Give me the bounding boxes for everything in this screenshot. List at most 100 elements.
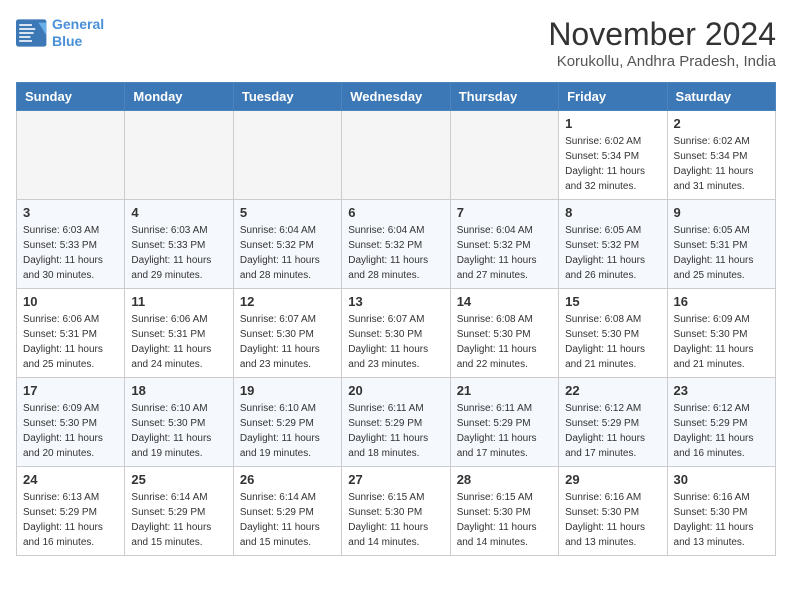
day-number: 1 [565,116,660,131]
calendar-day-21: 21Sunrise: 6:11 AM Sunset: 5:29 PM Dayli… [450,378,558,467]
calendar-day-19: 19 Sunrise: 6:10 AM Sunset: 5:29 PM Dayli… [233,378,341,467]
day-number: 9 [674,205,769,220]
day-number: 27 [348,472,443,487]
calendar-week-row: 10 Sunrise: 6:06 AM Sunset: 5:31 PM Dayli… [17,289,776,378]
day-header-saturday: Saturday [667,83,775,111]
day-info: Sunrise: 6:13 AM Sunset: 5:29 PM Dayligh… [23,490,118,550]
day-info: Sunrise: 6:15 AM Sunset: 5:30 PM Dayligh… [457,490,552,550]
day-info: Sunrise: 6:15 AM Sunset: 5:30 PM Dayligh… [348,490,443,550]
location: Korukollu, Andhra Pradesh, India [548,53,776,70]
day-number: 6 [348,205,443,220]
day-number: 28 [457,472,552,487]
calendar-day-14: 14Sunrise: 6:08 AM Sunset: 5:30 PM Dayli… [450,289,558,378]
calendar-day-18: 18 Sunrise: 6:10 AM Sunset: 5:30 PM Dayli… [125,378,233,467]
day-number: 19 [240,383,335,398]
calendar-day-3: 3 Sunrise: 6:03 AM Sunset: 5:33 PM Daylig… [17,200,125,289]
calendar-day-23: 23 Sunrise: 6:12 AM Sunset: 5:29 PM Dayli… [667,378,775,467]
day-number: 22 [565,383,660,398]
calendar-day-22: 22 Sunrise: 6:12 AM Sunset: 5:29 PM Dayli… [559,378,667,467]
calendar-day-17: 17 Sunrise: 6:09 AM Sunset: 5:30 PM Dayli… [17,378,125,467]
day-number: 10 [23,294,118,309]
calendar-day-7: 7Sunrise: 6:04 AM Sunset: 5:32 PM Daylig… [450,200,558,289]
calendar-empty-cell [450,111,558,200]
calendar-day-20: 20 Sunrise: 6:11 AM Sunset: 5:29 PM Dayli… [342,378,450,467]
day-number: 16 [674,294,769,309]
day-number: 23 [674,383,769,398]
day-info: Sunrise: 6:09 AM Sunset: 5:30 PM Dayligh… [23,401,118,461]
calendar-day-4: 4 Sunrise: 6:03 AM Sunset: 5:33 PM Daylig… [125,200,233,289]
day-info: Sunrise: 6:04 AM Sunset: 5:32 PM Dayligh… [457,223,552,283]
title-block: November 2024 Korukollu, Andhra Pradesh,… [548,16,776,70]
day-number: 4 [131,205,226,220]
calendar-day-26: 26Sunrise: 6:14 AM Sunset: 5:29 PM Dayli… [233,467,341,556]
day-header-friday: Friday [559,83,667,111]
month-title: November 2024 [548,16,776,53]
day-header-tuesday: Tuesday [233,83,341,111]
day-number: 13 [348,294,443,309]
day-info: Sunrise: 6:03 AM Sunset: 5:33 PM Dayligh… [131,223,226,283]
day-info: Sunrise: 6:07 AM Sunset: 5:30 PM Dayligh… [348,312,443,372]
calendar-week-row: 3 Sunrise: 6:03 AM Sunset: 5:33 PM Daylig… [17,200,776,289]
calendar-header-row: SundayMondayTuesdayWednesdayThursdayFrid… [17,83,776,111]
logo-icon [16,19,48,47]
calendar-week-row: 1 Sunrise: 6:02 AM Sunset: 5:34 PM Daylig… [17,111,776,200]
calendar-day-24: 24 Sunrise: 6:13 AM Sunset: 5:29 PM Dayli… [17,467,125,556]
day-info: Sunrise: 6:07 AM Sunset: 5:30 PM Dayligh… [240,312,335,372]
calendar-day-2: 2 Sunrise: 6:02 AM Sunset: 5:34 PM Daylig… [667,111,775,200]
day-number: 17 [23,383,118,398]
calendar-empty-cell [233,111,341,200]
calendar-day-10: 10 Sunrise: 6:06 AM Sunset: 5:31 PM Dayli… [17,289,125,378]
logo-text: General Blue [52,16,104,50]
calendar-day-12: 12 Sunrise: 6:07 AM Sunset: 5:30 PM Dayli… [233,289,341,378]
calendar-day-6: 6 Sunrise: 6:04 AM Sunset: 5:32 PM Daylig… [342,200,450,289]
day-info: Sunrise: 6:04 AM Sunset: 5:32 PM Dayligh… [240,223,335,283]
day-info: Sunrise: 6:08 AM Sunset: 5:30 PM Dayligh… [565,312,660,372]
calendar-day-9: 9 Sunrise: 6:05 AM Sunset: 5:31 PM Daylig… [667,200,775,289]
day-info: Sunrise: 6:10 AM Sunset: 5:29 PM Dayligh… [240,401,335,461]
calendar-table: SundayMondayTuesdayWednesdayThursdayFrid… [16,82,776,556]
day-info: Sunrise: 6:06 AM Sunset: 5:31 PM Dayligh… [131,312,226,372]
day-info: Sunrise: 6:05 AM Sunset: 5:32 PM Dayligh… [565,223,660,283]
day-info: Sunrise: 6:12 AM Sunset: 5:29 PM Dayligh… [565,401,660,461]
day-info: Sunrise: 6:11 AM Sunset: 5:29 PM Dayligh… [348,401,443,461]
calendar-week-row: 24 Sunrise: 6:13 AM Sunset: 5:29 PM Dayli… [17,467,776,556]
day-info: Sunrise: 6:11 AM Sunset: 5:29 PM Dayligh… [457,401,552,461]
calendar-day-15: 15 Sunrise: 6:08 AM Sunset: 5:30 PM Dayli… [559,289,667,378]
day-number: 14 [457,294,552,309]
day-number: 25 [131,472,226,487]
day-info: Sunrise: 6:16 AM Sunset: 5:30 PM Dayligh… [674,490,769,550]
day-number: 11 [131,294,226,309]
day-info: Sunrise: 6:05 AM Sunset: 5:31 PM Dayligh… [674,223,769,283]
day-info: Sunrise: 6:04 AM Sunset: 5:32 PM Dayligh… [348,223,443,283]
day-info: Sunrise: 6:16 AM Sunset: 5:30 PM Dayligh… [565,490,660,550]
day-info: Sunrise: 6:12 AM Sunset: 5:29 PM Dayligh… [674,401,769,461]
day-number: 26 [240,472,335,487]
day-info: Sunrise: 6:02 AM Sunset: 5:34 PM Dayligh… [565,134,660,194]
day-number: 5 [240,205,335,220]
calendar-day-30: 30Sunrise: 6:16 AM Sunset: 5:30 PM Dayli… [667,467,775,556]
day-number: 15 [565,294,660,309]
day-number: 12 [240,294,335,309]
day-number: 20 [348,383,443,398]
day-header-thursday: Thursday [450,83,558,111]
day-number: 29 [565,472,660,487]
day-number: 3 [23,205,118,220]
calendar-day-25: 25Sunrise: 6:14 AM Sunset: 5:29 PM Dayli… [125,467,233,556]
calendar-day-27: 27 Sunrise: 6:15 AM Sunset: 5:30 PM Dayli… [342,467,450,556]
day-number: 18 [131,383,226,398]
day-number: 24 [23,472,118,487]
day-number: 8 [565,205,660,220]
day-number: 2 [674,116,769,131]
day-header-wednesday: Wednesday [342,83,450,111]
page-header: General Blue November 2024 Korukollu, An… [16,16,776,70]
day-header-sunday: Sunday [17,83,125,111]
calendar-day-29: 29 Sunrise: 6:16 AM Sunset: 5:30 PM Dayli… [559,467,667,556]
day-info: Sunrise: 6:03 AM Sunset: 5:33 PM Dayligh… [23,223,118,283]
calendar-day-28: 28 Sunrise: 6:15 AM Sunset: 5:30 PM Dayli… [450,467,558,556]
day-header-monday: Monday [125,83,233,111]
calendar-day-13: 13 Sunrise: 6:07 AM Sunset: 5:30 PM Dayli… [342,289,450,378]
day-info: Sunrise: 6:02 AM Sunset: 5:34 PM Dayligh… [674,134,769,194]
calendar-empty-cell [125,111,233,200]
day-info: Sunrise: 6:10 AM Sunset: 5:30 PM Dayligh… [131,401,226,461]
day-info: Sunrise: 6:06 AM Sunset: 5:31 PM Dayligh… [23,312,118,372]
